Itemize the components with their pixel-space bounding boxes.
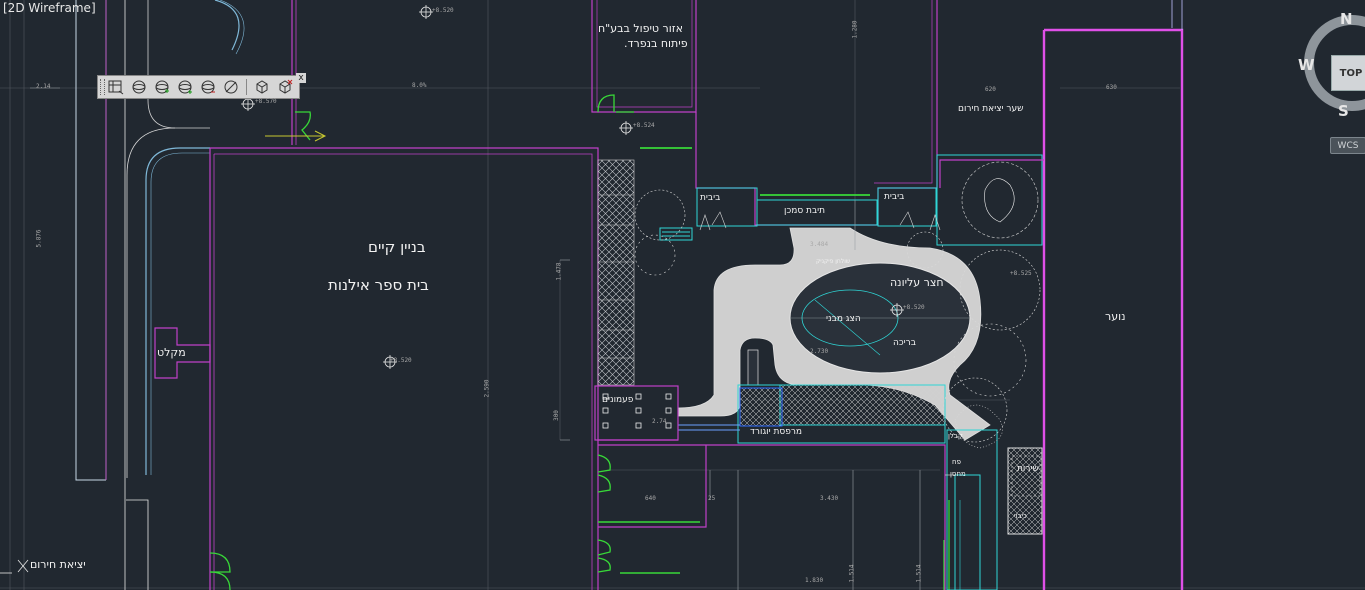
compass-west[interactable]: W — [1298, 56, 1315, 74]
emergency-gate-label: שער יציאת חירום — [958, 104, 1024, 114]
dim-text: 2.74 — [652, 418, 667, 425]
dim-text: 640 — [645, 495, 656, 502]
sand-strip-label: מרפסת יוגורד — [750, 427, 803, 437]
emergency-exit-label: יציאת חירום — [30, 558, 86, 571]
sphere-minus-icon[interactable] — [198, 77, 218, 97]
drawing-viewport[interactable]: [2D Wireframe] x בניין קיים בית ספר אילנ… — [0, 0, 1365, 590]
existing-building-label: בניין קיים — [368, 238, 426, 256]
dim-text: 5.876 — [35, 229, 43, 248]
garden-label: נוער — [1105, 310, 1126, 323]
toolbar-close-icon[interactable]: x — [296, 73, 306, 83]
box-remove-icon[interactable] — [275, 77, 295, 97]
dim-text: +8.524 — [633, 122, 655, 129]
table-grid-icon[interactable] — [106, 77, 126, 97]
viewcube[interactable]: N W S TOP — [1298, 8, 1365, 123]
bench-b-label: ביבית — [884, 192, 905, 202]
dim-text: 630 — [1106, 84, 1117, 91]
dim-text: 3.430 — [820, 495, 839, 502]
dim-text: 2.730 — [810, 348, 829, 355]
separate-development-label: פיתוח בנפרד. — [624, 37, 688, 50]
central-lawn-label: הצג מבני — [826, 314, 861, 324]
wcs-menu-button[interactable]: WCS — [1330, 137, 1365, 154]
dim-text: +8.520 — [903, 304, 925, 311]
dim-text: +8.570 — [255, 98, 277, 105]
sphere-add-icon[interactable] — [152, 77, 172, 97]
dim-text: 1.514 — [848, 564, 856, 583]
school-name-label: בית ספר אילנות — [328, 276, 429, 294]
dim-text: +8.520 — [390, 357, 412, 364]
compass-south[interactable]: S — [1338, 102, 1349, 120]
sphere-plus-icon[interactable] — [175, 77, 195, 97]
entry-arrow — [265, 130, 327, 142]
service-label: שירות — [1017, 464, 1039, 474]
floating-3d-toolbar[interactable]: x — [97, 73, 306, 99]
viewcube-top-face[interactable]: TOP — [1331, 55, 1365, 91]
garbage-label: פח — [952, 458, 961, 466]
dim-text: 8.0% — [412, 82, 427, 89]
dim-text: 1.280 — [851, 20, 859, 39]
sphere-slash-icon[interactable] — [221, 77, 241, 97]
toolbar-separator — [246, 79, 247, 95]
dim-text: 2.14 — [36, 83, 51, 90]
dim-text: 300 — [552, 410, 560, 421]
dim-text: 3.484 — [810, 241, 829, 248]
hatched-walkway[interactable] — [597, 159, 635, 386]
dim-text: 1.830 — [805, 577, 824, 584]
dim-text: 1.478 — [555, 262, 563, 281]
dim-text: 2.590 — [483, 379, 491, 398]
sphere-icon[interactable] — [129, 77, 149, 97]
planters-label: פעמונים — [602, 395, 634, 405]
compass-north[interactable]: N — [1340, 10, 1353, 28]
shade-text-label: שולחן פיקניק — [816, 258, 851, 265]
small-b-label: כיבוי — [1014, 512, 1027, 520]
caretaker-label: מחסן — [950, 470, 966, 478]
dim-text: 1.514 — [915, 564, 923, 583]
dim-text: 620 — [985, 86, 996, 93]
viewport-controls-label[interactable]: [2D Wireframe] — [3, 1, 96, 15]
pool-label: בריכה — [893, 338, 916, 348]
small-a-label: קבלן — [948, 432, 963, 440]
toolbar-grip[interactable] — [100, 79, 105, 95]
dim-text: 25 — [708, 495, 716, 502]
guest-box-label: תיבת סמכן — [784, 206, 826, 216]
shelter-label: מקלט — [157, 346, 186, 359]
dim-text: +8.520 — [432, 7, 454, 14]
treatment-area-label: אזור טיפול בבע"ח — [598, 22, 683, 35]
upper-courtyard-label: חצר עליונה — [890, 276, 944, 289]
box-icon[interactable] — [252, 77, 272, 97]
dim-text: +8.525 — [1010, 270, 1032, 277]
bench-a-label: ביבית — [700, 193, 721, 203]
